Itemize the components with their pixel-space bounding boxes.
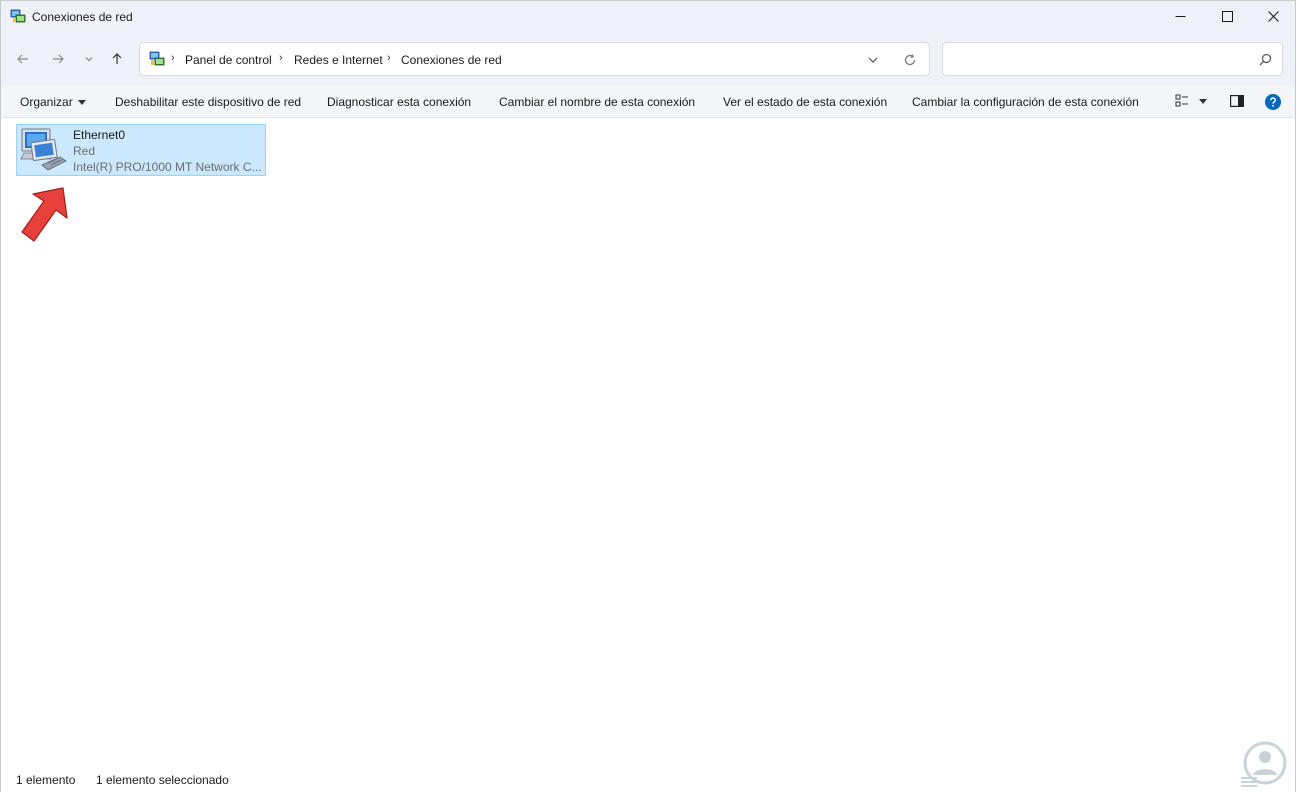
close-icon — [1267, 11, 1279, 22]
ethernet-adapter-icon — [20, 128, 67, 171]
breadcrumb-separator: › — [387, 52, 391, 64]
search-icon — [1259, 53, 1272, 66]
forward-button[interactable] — [46, 49, 70, 69]
up-button[interactable] — [105, 49, 129, 69]
view-status-button[interactable]: Ver el estado de esta conexión — [723, 95, 887, 109]
disable-device-button[interactable]: Deshabilitar este dispositivo de red — [115, 95, 301, 109]
chevron-down-icon — [85, 57, 93, 62]
breadcrumb-redes-e-internet[interactable]: Redes e Internet — [294, 53, 383, 67]
recent-locations-button[interactable] — [77, 49, 101, 69]
search-input[interactable] — [942, 42, 1283, 76]
organize-menu[interactable]: Organizar — [20, 95, 86, 109]
change-settings-button[interactable]: Cambiar la configuración de esta conexió… — [912, 95, 1139, 109]
network-connections-icon — [10, 9, 26, 23]
diagnose-connection-button[interactable]: Diagnosticar esta conexión — [327, 95, 471, 109]
watermark-logo-icon — [1241, 741, 1287, 787]
close-button[interactable] — [1250, 1, 1296, 32]
breadcrumb-panel-de-control[interactable]: Panel de control — [185, 53, 272, 67]
organize-label: Organizar — [20, 95, 73, 109]
minimize-button[interactable] — [1157, 1, 1203, 32]
help-icon[interactable] — [1265, 94, 1281, 110]
view-options-icon[interactable] — [1175, 94, 1189, 108]
item-count: 1 elemento — [16, 773, 76, 787]
explorer-window: Conexiones de red › Panel de control › R… — [0, 0, 1296, 792]
connection-status: Red — [73, 144, 96, 158]
arrow-up-icon — [112, 53, 122, 64]
selected-count: 1 elemento seleccionado — [96, 773, 229, 787]
breadcrumb-separator: › — [171, 52, 175, 64]
back-button[interactable] — [11, 49, 35, 69]
list-item-ethernet0[interactable]: Ethernet0 Red Intel(R) PRO/1000 MT Netwo… — [16, 124, 266, 176]
command-bar: Organizar Deshabilitar este dispositivo … — [1, 85, 1295, 118]
caret-down-icon — [77, 100, 86, 106]
refresh-icon[interactable] — [902, 52, 918, 68]
chevron-down-icon[interactable] — [865, 53, 881, 67]
rename-connection-button[interactable]: Cambiar el nombre de esta conexión — [499, 95, 695, 109]
address-bar[interactable]: › Panel de control › Redes e Internet › … — [139, 42, 930, 76]
connection-adapter: Intel(R) PRO/1000 MT Network C... — [73, 160, 262, 174]
annotation-arrow-icon — [21, 187, 68, 242]
maximize-icon — [1221, 11, 1233, 22]
connection-name: Ethernet0 — [73, 128, 126, 142]
arrow-right-icon — [53, 54, 64, 64]
navigation-bar: › Panel de control › Redes e Internet › … — [1, 32, 1295, 85]
view-options-caret-icon[interactable] — [1199, 99, 1207, 104]
window-title: Conexiones de red — [32, 10, 133, 24]
breadcrumb-separator: › — [279, 52, 283, 64]
arrow-left-icon — [17, 54, 28, 64]
file-list: Ethernet0 Red Intel(R) PRO/1000 MT Netwo… — [1, 118, 1295, 768]
title-bar[interactable]: Conexiones de red — [1, 1, 1295, 32]
minimize-icon — [1175, 16, 1185, 17]
control-panel-icon — [149, 51, 165, 66]
status-bar: 1 elemento 1 elemento seleccionado — [1, 768, 1295, 792]
breadcrumb-conexiones-de-red[interactable]: Conexiones de red — [401, 53, 502, 67]
maximize-button[interactable] — [1204, 1, 1250, 32]
preview-pane-icon[interactable] — [1230, 95, 1244, 107]
